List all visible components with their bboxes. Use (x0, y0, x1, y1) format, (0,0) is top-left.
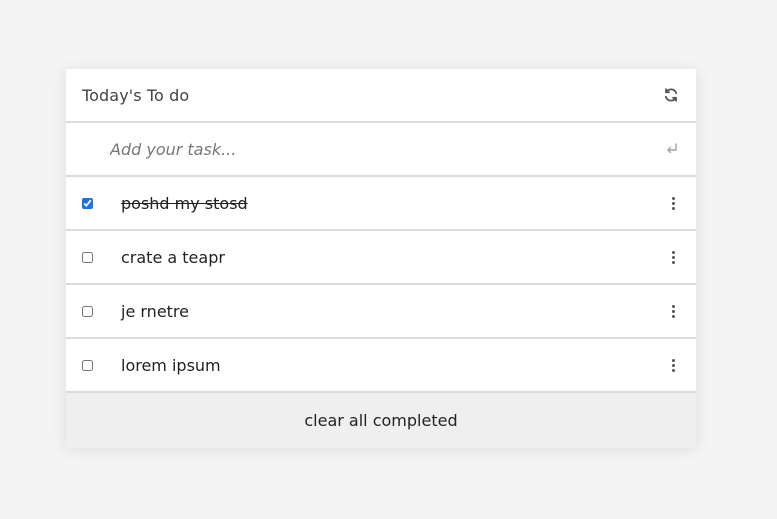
clear-completed-button[interactable]: clear all completed (66, 393, 696, 448)
more-options-icon[interactable] (668, 247, 678, 267)
more-options-icon[interactable] (668, 193, 678, 213)
task-text: poshd my stosd (121, 193, 248, 213)
add-task-input[interactable] (110, 139, 664, 159)
task-item: poshd my stosd (66, 177, 696, 231)
task-checkbox[interactable] (82, 197, 93, 209)
add-task-row (66, 123, 696, 177)
todo-card: Today's To do poshd my stosd cr (66, 69, 696, 448)
task-item: lorem ipsum (66, 339, 696, 393)
task-text: lorem ipsum (121, 355, 221, 375)
task-text: je rnetre (121, 301, 189, 321)
task-list: poshd my stosd crate a teapr je rnetre l… (66, 177, 696, 393)
task-checkbox[interactable] (82, 305, 93, 317)
task-item: crate a teapr (66, 231, 696, 285)
more-options-icon[interactable] (668, 355, 678, 375)
task-text: crate a teapr (121, 247, 225, 267)
enter-icon[interactable] (664, 141, 680, 157)
page-title: Today's To do (82, 85, 190, 105)
more-options-icon[interactable] (668, 301, 678, 321)
refresh-icon[interactable] (662, 86, 680, 104)
todo-header: Today's To do (66, 69, 696, 123)
task-checkbox[interactable] (82, 251, 93, 263)
task-checkbox[interactable] (82, 359, 93, 371)
task-item: je rnetre (66, 285, 696, 339)
